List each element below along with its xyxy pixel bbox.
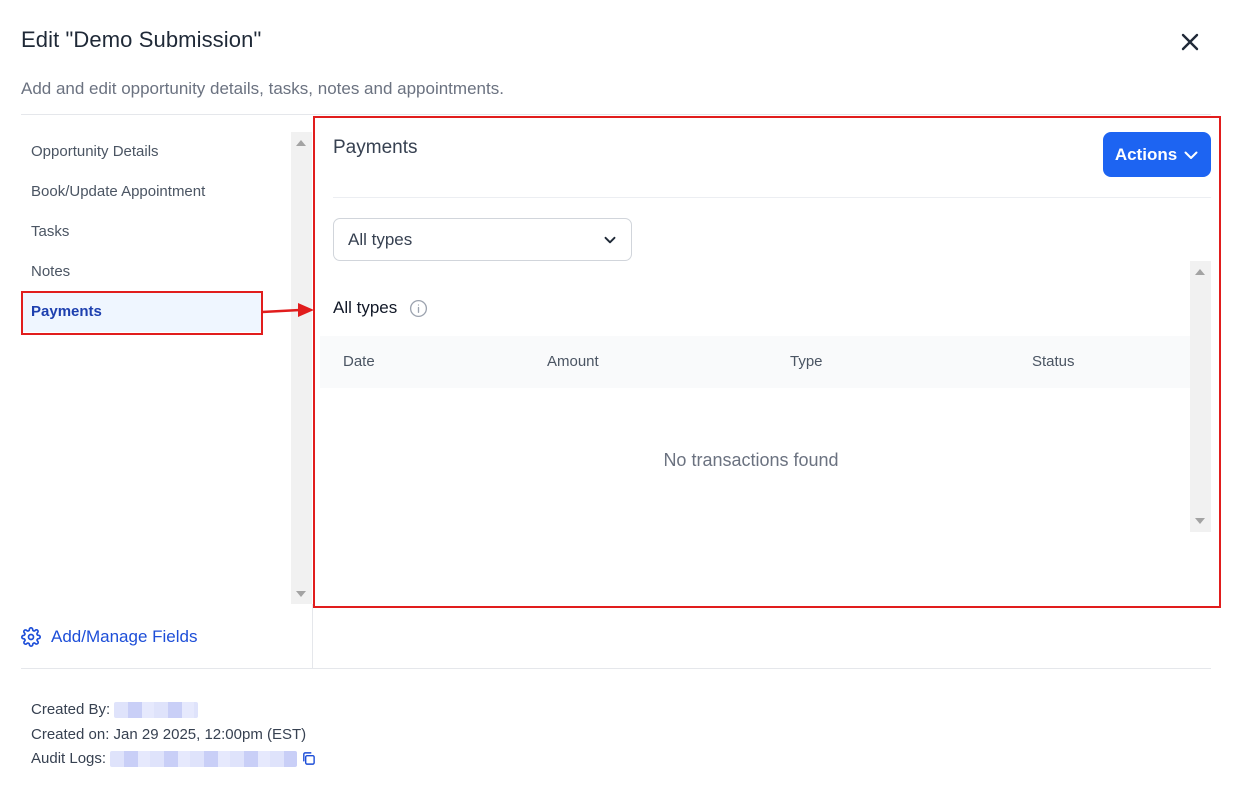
gear-icon: [21, 627, 41, 647]
created-by-label: Created By:: [31, 701, 111, 718]
column-header-date: Date: [343, 353, 375, 370]
payment-type-selected: All types: [348, 229, 413, 249]
payment-type-select[interactable]: All types: [333, 218, 632, 261]
actions-button[interactable]: Actions: [1103, 132, 1211, 177]
column-header-amount: Amount: [547, 353, 599, 370]
sidebar-item-payments[interactable]: Payments: [21, 292, 261, 332]
sidebar-nav: Opportunity Details Book/Update Appointm…: [21, 132, 291, 604]
created-by-redacted: [114, 701, 199, 718]
section-title-text: All types: [333, 298, 398, 317]
scroll-down-arrow-icon[interactable]: [1195, 518, 1205, 524]
audit-logs-row: Audit Logs:: [31, 750, 316, 767]
scroll-down-arrow-icon[interactable]: [296, 591, 306, 597]
created-on-row: Created on: Jan 29 2025, 12:00pm (EST): [31, 726, 306, 743]
chevron-down-icon: [604, 236, 616, 243]
empty-state-message: No transactions found: [663, 450, 839, 470]
panel-title: Payments: [333, 137, 418, 158]
created-by-row: Created By:: [31, 701, 199, 718]
created-on-text: Created on: Jan 29 2025, 12:00pm (EST): [31, 726, 307, 743]
scroll-up-arrow-icon[interactable]: [296, 140, 306, 146]
close-icon: [1181, 33, 1199, 51]
close-button[interactable]: [1176, 28, 1204, 56]
sidebar-item-book-update-appointment[interactable]: Book/Update Appointment: [21, 172, 261, 212]
transactions-section-title: All types: [333, 298, 428, 318]
sidebar-scrollbar[interactable]: [291, 132, 312, 604]
edit-opportunity-modal: Edit "Demo Submission" Add and edit oppo…: [0, 0, 1234, 798]
sidebar-item-opportunity-details[interactable]: Opportunity Details: [21, 132, 261, 172]
add-manage-fields-label: Add/Manage Fields: [51, 627, 198, 646]
transactions-scrollbar[interactable]: [1190, 261, 1211, 532]
add-manage-fields-link[interactable]: Add/Manage Fields: [21, 624, 197, 650]
info-icon[interactable]: [409, 299, 428, 318]
copy-button[interactable]: [301, 751, 316, 766]
modal-title: Edit "Demo Submission": [21, 27, 262, 52]
vertical-divider: [312, 604, 313, 668]
sidebar-item-tasks[interactable]: Tasks: [21, 212, 261, 252]
scroll-up-arrow-icon[interactable]: [1195, 269, 1205, 275]
column-header-type: Type: [790, 353, 823, 370]
copy-icon: [303, 752, 315, 765]
header-divider: [21, 114, 1211, 115]
footer-divider: [21, 668, 1211, 669]
column-header-status: Status: [1032, 353, 1075, 370]
sidebar-item-notes[interactable]: Notes: [21, 252, 261, 292]
actions-label: Actions: [1114, 144, 1178, 164]
panel-divider: [333, 197, 1211, 198]
audit-logs-label: Audit Logs:: [31, 750, 107, 767]
transactions-table-header: Date Amount Type Status: [320, 336, 1190, 388]
audit-logs-redacted: [110, 750, 298, 767]
annotation-arrow-icon: [262, 303, 314, 317]
chevron-down-icon: [1184, 151, 1198, 159]
modal-subtitle: Add and edit opportunity details, tasks,…: [21, 79, 504, 98]
